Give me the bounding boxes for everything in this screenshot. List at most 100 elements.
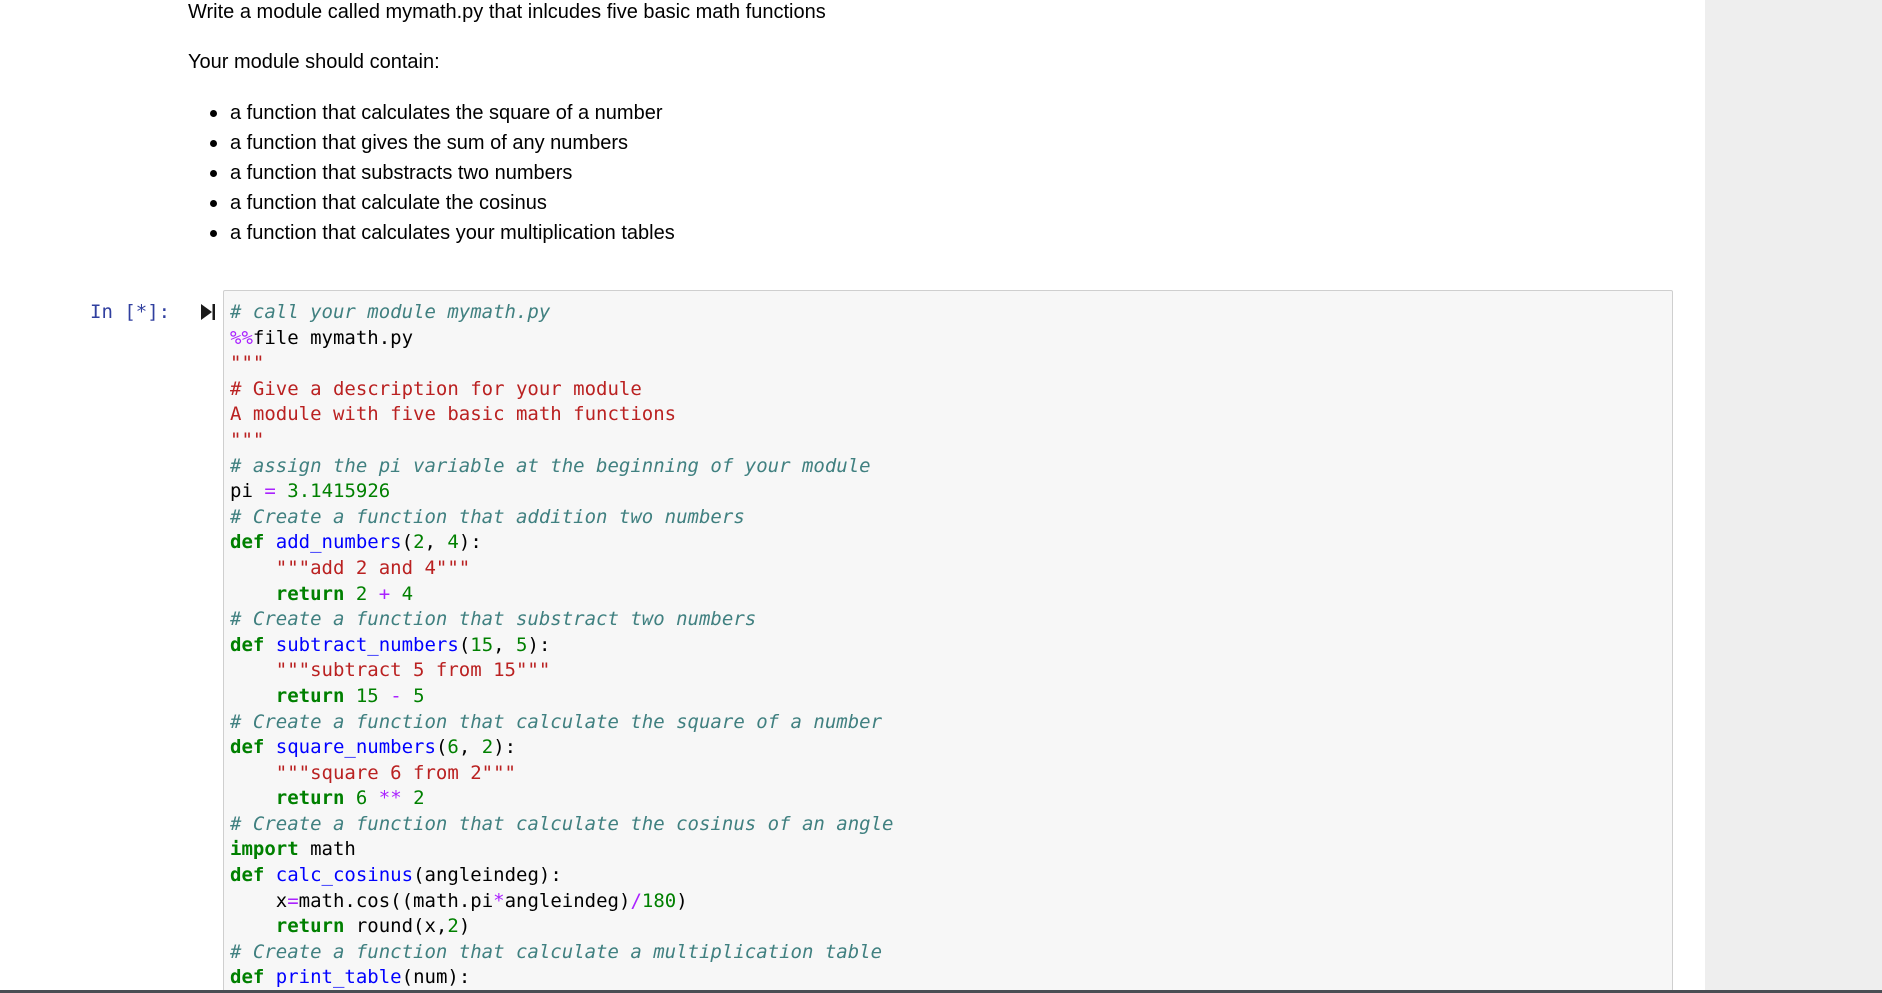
list-item-text: a function that substracts two numbers xyxy=(230,162,573,184)
code-number: 6 xyxy=(355,787,368,810)
bullet-icon xyxy=(210,140,217,147)
code-line: # Create a function that calculate the s… xyxy=(230,710,893,736)
code-text: ): xyxy=(458,531,482,554)
list-item-text: a function that calculates the square of… xyxy=(230,102,663,124)
right-gutter xyxy=(1705,0,1882,990)
code-line: # Create a function that calculate a mul… xyxy=(230,940,893,966)
code-string: """add 2 and 4""" xyxy=(275,556,471,579)
code-function-name: print_table xyxy=(275,966,402,989)
code-text: ) xyxy=(458,915,471,938)
code-line: """add 2 and 4""" xyxy=(230,556,893,582)
code-string: """ xyxy=(230,352,265,375)
code-keyword: def xyxy=(230,736,265,759)
code-line: %%file mymath.py xyxy=(230,326,893,352)
code-text: ( xyxy=(401,531,414,554)
requirements-list: a function that calculates the square of… xyxy=(188,101,675,251)
list-item-text: a function that gives the sum of any num… xyxy=(230,132,628,154)
list-item: a function that gives the sum of any num… xyxy=(188,131,675,161)
code-comment: # assign the pi variable at the beginnin… xyxy=(230,454,871,477)
code-line: # Create a function that substract two n… xyxy=(230,607,893,633)
code-line: pi = 3.1415926 xyxy=(230,479,893,505)
code-line: # Give a description for your module xyxy=(230,377,893,403)
code-line: return 15 - 5 xyxy=(230,684,893,710)
code-line: def add_numbers(2, 4): xyxy=(230,530,893,556)
code-comment: # call your module mymath.py xyxy=(230,301,551,323)
code-text: , xyxy=(424,531,448,554)
code-content[interactable]: # call your module mymath.py %%file mymat… xyxy=(230,300,893,990)
code-keyword: def xyxy=(230,966,265,989)
cell-magic: %% xyxy=(230,326,253,349)
code-string: A module with five basic math functions xyxy=(230,403,677,426)
code-operator: * xyxy=(493,889,505,912)
code-number: 15 xyxy=(355,684,379,707)
code-line: return 2 + 4 xyxy=(230,582,893,608)
code-line: A module with five basic math functions xyxy=(230,402,893,428)
code-string: """square 6 from 2""" xyxy=(275,761,516,784)
code-line: import math xyxy=(230,837,893,863)
bullet-icon xyxy=(210,170,217,177)
code-line: """square 6 from 2""" xyxy=(230,761,893,787)
code-number: 5 xyxy=(413,684,425,707)
code-number: 4 xyxy=(447,531,459,554)
code-text: round(x, xyxy=(355,915,448,938)
code-comment: # Create a function that calculate the c… xyxy=(230,812,894,835)
bullet-icon xyxy=(210,110,217,117)
code-string: # Give a description for your module xyxy=(230,377,642,400)
code-line: # assign the pi variable at the beginnin… xyxy=(230,454,893,480)
code-number: 3.1415926 xyxy=(287,480,391,503)
code-line: def calc_cosinus(angleindeg): xyxy=(230,863,893,889)
list-item: a function that substracts two numbers xyxy=(188,161,675,191)
code-function-name: square_numbers xyxy=(275,736,436,759)
code-number: 2 xyxy=(413,787,425,810)
list-item: a function that calculate the cosinus xyxy=(188,191,675,221)
code-line: """ xyxy=(230,428,893,454)
code-number: 2 xyxy=(481,736,494,759)
code-text: x xyxy=(275,889,288,912)
code-line: """subtract 5 from 15""" xyxy=(230,658,893,684)
code-keyword: import xyxy=(230,838,299,861)
code-keyword: return xyxy=(275,787,345,810)
code-operator: / xyxy=(630,889,642,912)
code-line: # Create a function that calculate the c… xyxy=(230,812,893,838)
code-text: math xyxy=(310,838,356,861)
code-comment: # Create a function that substract two n… xyxy=(230,608,757,631)
run-cell-icon[interactable] xyxy=(200,302,216,322)
code-line: return round(x,2) xyxy=(230,914,893,940)
code-string: """ xyxy=(230,428,265,451)
code-text: ( xyxy=(435,736,448,759)
code-comment: # Create a function that addition two nu… xyxy=(230,505,745,528)
code-text: ) xyxy=(676,889,688,912)
code-keyword: def xyxy=(230,531,265,554)
list-item: a function that calculates the square of… xyxy=(188,101,675,131)
code-line: def subtract_numbers(15, 5): xyxy=(230,633,893,659)
code-comment: # Create a function that calculate a mul… xyxy=(230,940,883,963)
list-item: a function that calculates your multipli… xyxy=(188,221,675,251)
code-function-name: add_numbers xyxy=(275,531,402,554)
code-text: angleindeg) xyxy=(504,889,631,912)
code-text: pi xyxy=(230,480,253,503)
code-keyword: return xyxy=(275,915,345,938)
code-text: (angleindeg): xyxy=(413,864,562,887)
code-line: def print_table(num): xyxy=(230,965,893,990)
code-number: 2 xyxy=(447,915,459,938)
code-keyword: return xyxy=(275,582,345,605)
list-item-text: a function that calculates your multipli… xyxy=(230,222,675,244)
code-operator: = xyxy=(264,480,276,503)
code-text: ): xyxy=(527,633,551,656)
code-string: """subtract 5 from 15""" xyxy=(275,659,551,682)
code-number: 2 xyxy=(413,531,425,554)
code-keyword: return xyxy=(275,684,345,707)
code-function-name: calc_cosinus xyxy=(275,864,414,887)
bullet-icon xyxy=(210,230,217,237)
code-text: (num): xyxy=(401,966,471,989)
code-line: return 6 ** 2 xyxy=(230,786,893,812)
code-line: """ xyxy=(230,351,893,377)
list-item-text: a function that calculate the cosinus xyxy=(230,192,547,214)
code-operator: = xyxy=(287,889,299,912)
code-text: , xyxy=(493,633,517,656)
cell-prompt: In [*]: xyxy=(90,301,171,323)
markdown-intro: Your module should contain: xyxy=(188,51,440,73)
code-line: x=math.cos((math.pi*angleindeg)/180) xyxy=(230,889,893,915)
code-line: # call your module mymath.py xyxy=(230,300,893,326)
notebook-area: Write a module called mymath.py that inl… xyxy=(0,0,1705,990)
